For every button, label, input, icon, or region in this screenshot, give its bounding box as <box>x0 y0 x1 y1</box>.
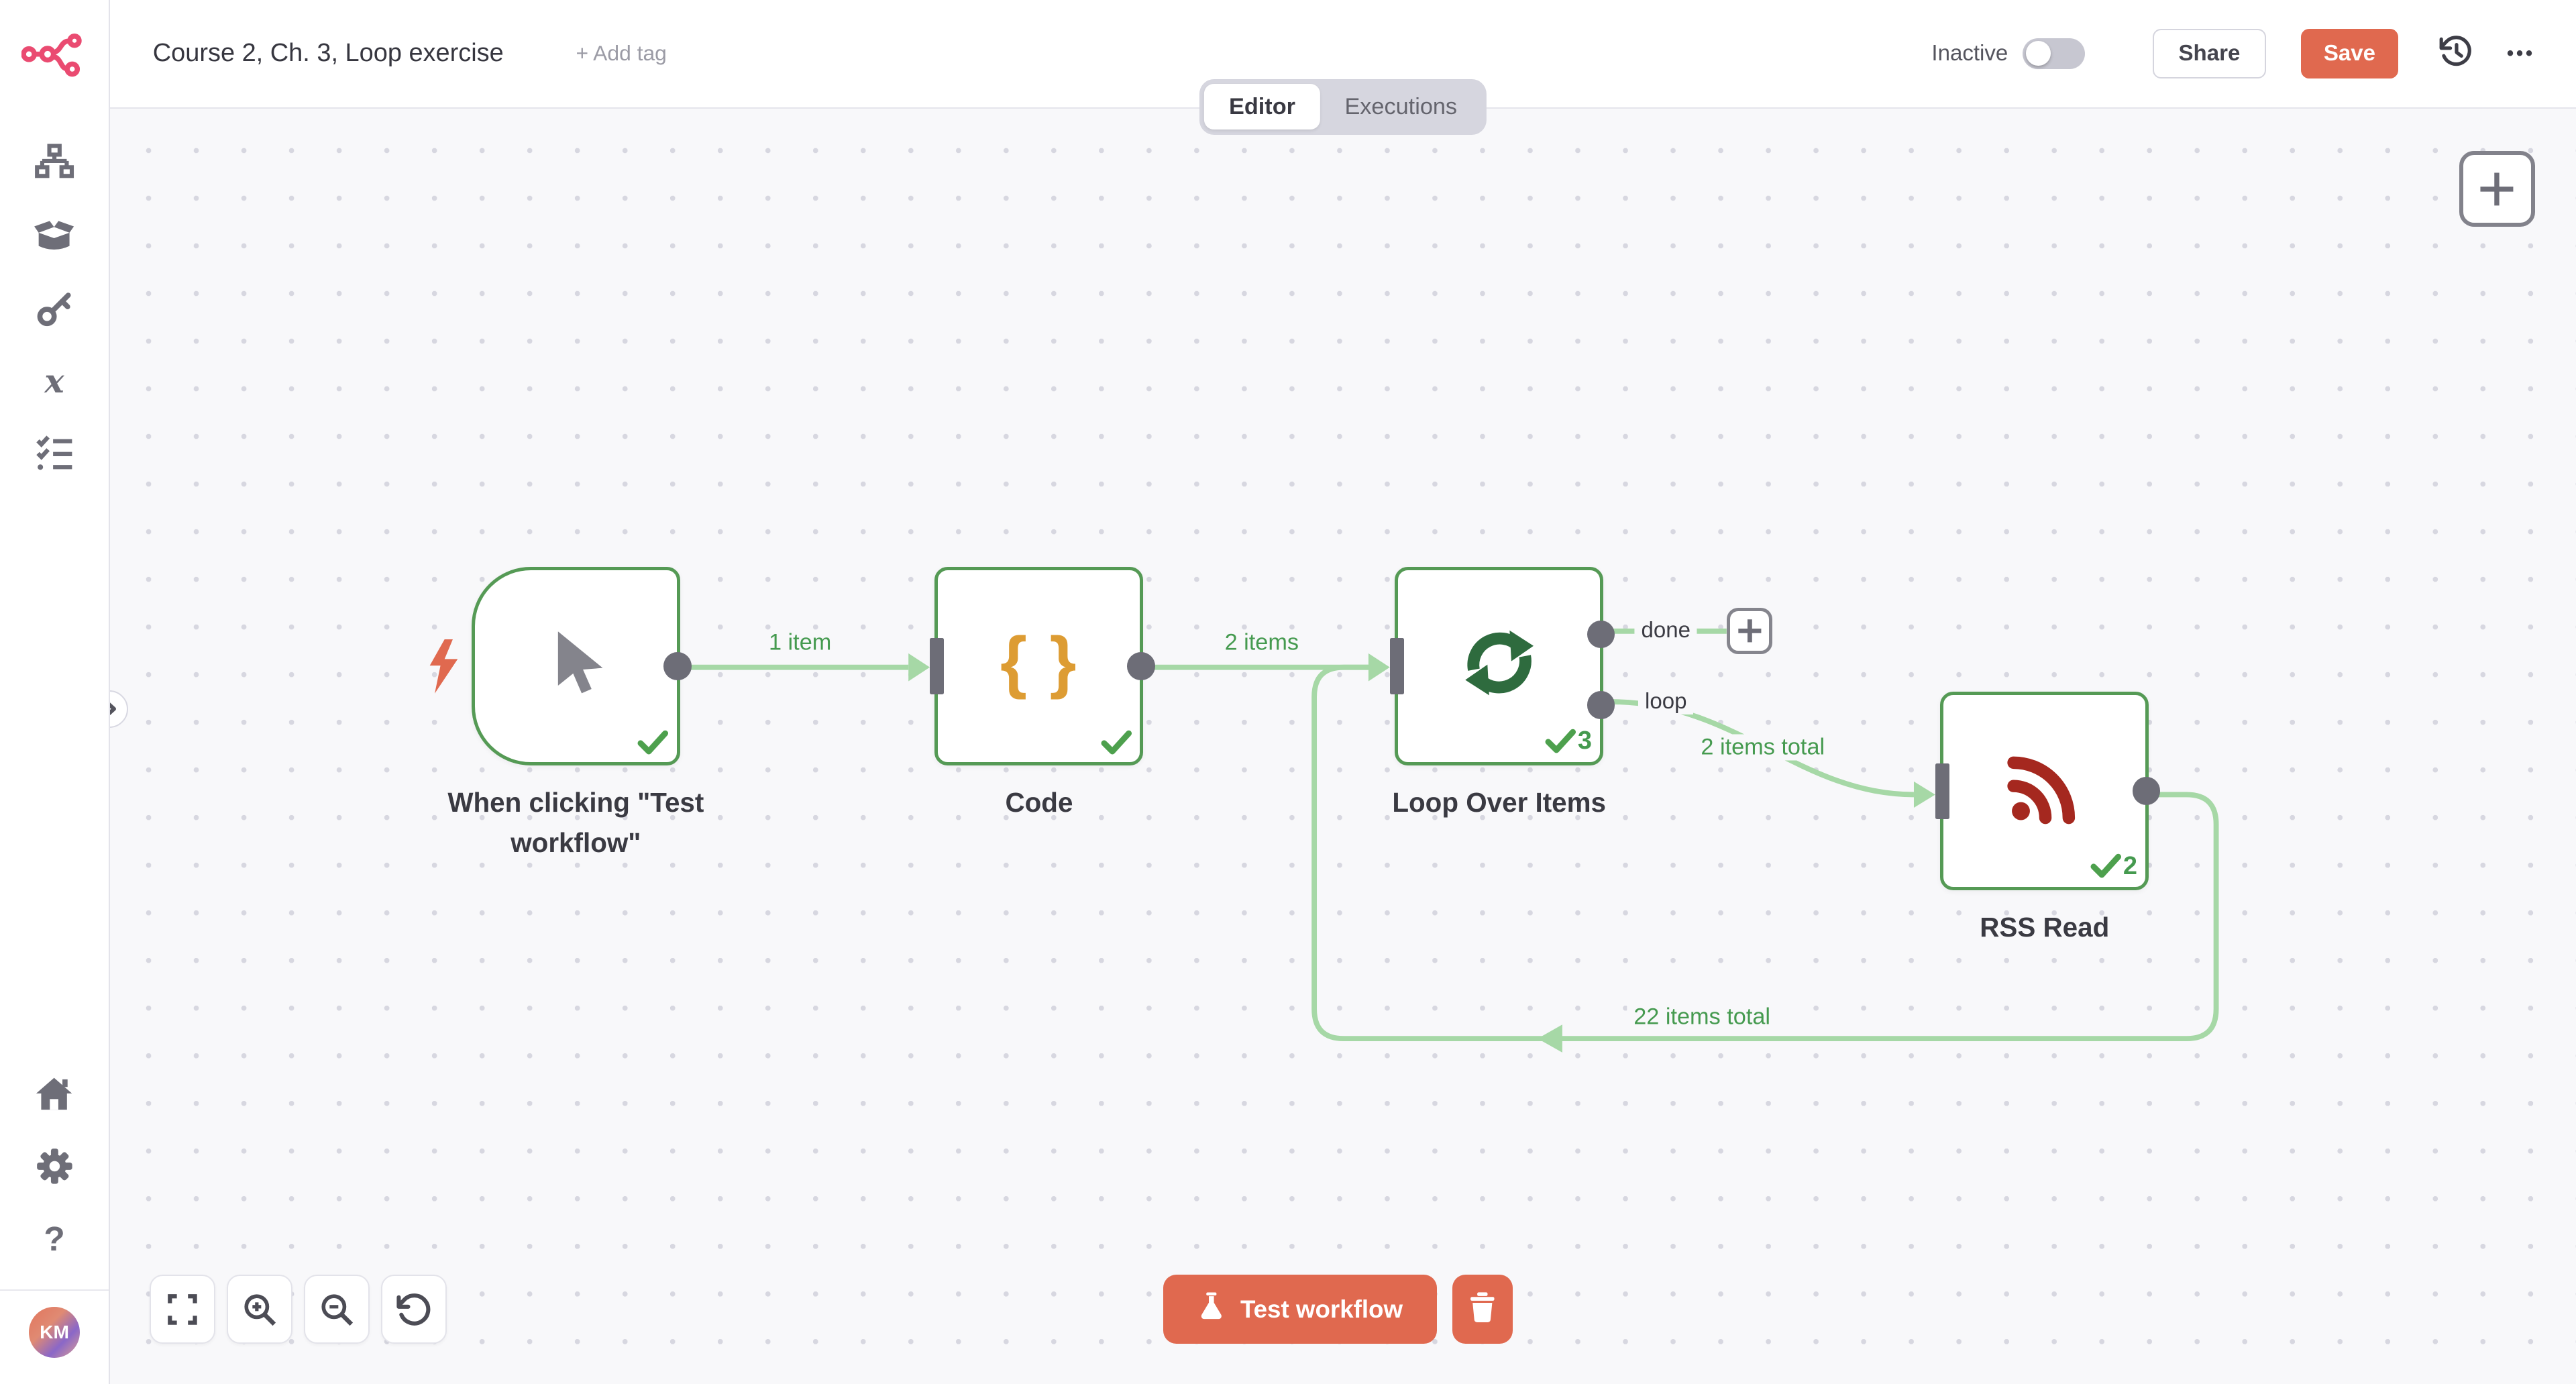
node-code: { } Code <box>934 567 1143 765</box>
test-workflow-button[interactable]: Test workflow <box>1163 1275 1438 1344</box>
rss-icon <box>2005 748 2084 834</box>
active-toggle[interactable] <box>2023 38 2085 70</box>
variables-x-icon: x <box>44 362 64 401</box>
workflow-canvas[interactable]: 1 item 2 items done loop 2 items total 2… <box>110 109 2576 1384</box>
gear-icon <box>35 1147 74 1186</box>
output-port-label-loop: loop <box>1638 689 1693 714</box>
node-box-manual-trigger[interactable] <box>472 567 680 765</box>
flask-icon <box>1197 1291 1226 1328</box>
add-node-from-done-button[interactable] <box>1727 608 1773 654</box>
workflows-sitemap-icon <box>34 144 74 184</box>
zoom-out-icon <box>318 1291 356 1328</box>
zoom-out-button[interactable] <box>304 1275 370 1344</box>
save-button[interactable]: Save <box>2301 29 2399 78</box>
canvas-controls <box>150 1275 447 1344</box>
sidebar-item-templates[interactable] <box>18 201 91 273</box>
sidebar-item-executions[interactable] <box>18 417 91 490</box>
node-success-check: 2 <box>2090 852 2137 881</box>
check-icon <box>637 729 669 755</box>
check-icon <box>1101 729 1132 755</box>
avatar[interactable]: KM <box>29 1307 80 1358</box>
share-button[interactable]: Share <box>2153 29 2266 78</box>
sidebar-divider <box>0 1289 109 1291</box>
connection-count-label: 2 items total <box>1695 735 1831 761</box>
output-handle[interactable] <box>663 652 692 680</box>
home-icon <box>34 1074 74 1114</box>
code-braces-icon: { } <box>1000 622 1078 711</box>
workflow-history-button[interactable] <box>2434 32 2477 75</box>
zoom-in-button[interactable] <box>227 1275 292 1344</box>
sidebar-item-help[interactable]: ? <box>18 1202 91 1275</box>
main-area: Course 2, Ch. 3, Loop exercise + Add tag… <box>110 0 2576 1384</box>
output-handle[interactable] <box>2133 777 2161 805</box>
editor-executions-tabs: Editor Executions <box>1199 79 1487 135</box>
loop-sync-icon <box>1455 619 1544 714</box>
tab-executions[interactable]: Executions <box>1320 84 1482 130</box>
workflow-title[interactable]: Course 2, Ch. 3, Loop exercise <box>153 39 504 68</box>
connection-count-label: 2 items <box>1218 629 1305 655</box>
add-tag-button[interactable]: + Add tag <box>576 41 666 66</box>
input-handle[interactable] <box>1935 763 1949 819</box>
node-title: Code <box>1005 782 1073 823</box>
node-loop-over-items: 3 Loop Over Items <box>1395 567 1603 765</box>
reset-zoom-button[interactable] <box>381 1275 447 1344</box>
trash-icon <box>1468 1291 1497 1328</box>
checklist-icon <box>35 434 74 474</box>
fit-view-button[interactable] <box>150 1275 215 1344</box>
connection-count-label: 1 item <box>762 629 838 655</box>
node-rss-read: 2 RSS Read <box>1940 692 2149 890</box>
check-icon <box>1545 728 1576 754</box>
node-title: RSS Read <box>1980 907 2109 948</box>
toggle-knob <box>2026 41 2051 66</box>
connection-count-label: 22 items total <box>1627 1004 1776 1030</box>
history-clock-icon <box>2438 33 2474 74</box>
input-handle[interactable] <box>1390 638 1404 694</box>
trigger-lightning-icon <box>427 639 460 702</box>
output-handle-loop[interactable] <box>1587 691 1615 719</box>
add-node-button[interactable] <box>2459 151 2535 227</box>
node-box-code[interactable]: { } <box>934 567 1143 765</box>
test-workflow-label: Test workflow <box>1240 1295 1403 1324</box>
sidebar-item-credentials[interactable] <box>18 273 91 345</box>
more-options-button[interactable]: ••• <box>2507 42 2535 65</box>
output-handle[interactable] <box>1127 652 1155 680</box>
output-handle-done[interactable] <box>1587 621 1615 649</box>
plus-icon <box>2479 171 2515 207</box>
sidebar: x <box>0 0 110 1384</box>
node-title: When clicking "Test workflow" <box>403 782 748 863</box>
delete-workflow-button[interactable] <box>1452 1275 1513 1344</box>
fit-view-icon <box>164 1291 201 1328</box>
chevron-right-icon <box>110 699 119 718</box>
n8n-logo-icon[interactable] <box>21 30 87 85</box>
node-success-check <box>1101 729 1132 755</box>
node-success-check: 3 <box>1545 727 1592 755</box>
node-box-loop-over-items[interactable]: 3 <box>1395 567 1603 765</box>
items-count-badge: 2 <box>2123 852 2137 881</box>
cursor-icon <box>537 623 616 709</box>
n8n-app: x <box>0 0 2576 1384</box>
run-controls: Test workflow <box>1163 1275 1513 1344</box>
sidebar-item-workflows[interactable] <box>18 128 91 201</box>
node-box-rss-read[interactable]: 2 <box>1940 692 2149 890</box>
node-title: Loop Over Items <box>1392 782 1606 823</box>
check-icon <box>2090 853 2122 879</box>
node-success-check <box>637 729 669 755</box>
sidebar-item-variables[interactable]: x <box>18 345 91 417</box>
sidebar-item-settings[interactable] <box>18 1130 91 1202</box>
tab-editor[interactable]: Editor <box>1204 84 1320 130</box>
help-icon: ? <box>44 1218 64 1259</box>
zoom-in-icon <box>241 1291 278 1328</box>
plus-icon <box>1737 619 1762 643</box>
sidebar-item-home[interactable] <box>18 1057 91 1130</box>
key-icon <box>35 289 74 329</box>
input-handle[interactable] <box>930 638 944 694</box>
items-count-badge: 3 <box>1578 727 1592 755</box>
templates-box-icon <box>34 217 74 256</box>
node-manual-trigger: When clicking "Test workflow" <box>472 567 680 765</box>
active-status-label: Inactive <box>1931 41 2008 66</box>
undo-rotate-icon <box>395 1291 433 1328</box>
output-port-label-done: done <box>1635 618 1697 643</box>
